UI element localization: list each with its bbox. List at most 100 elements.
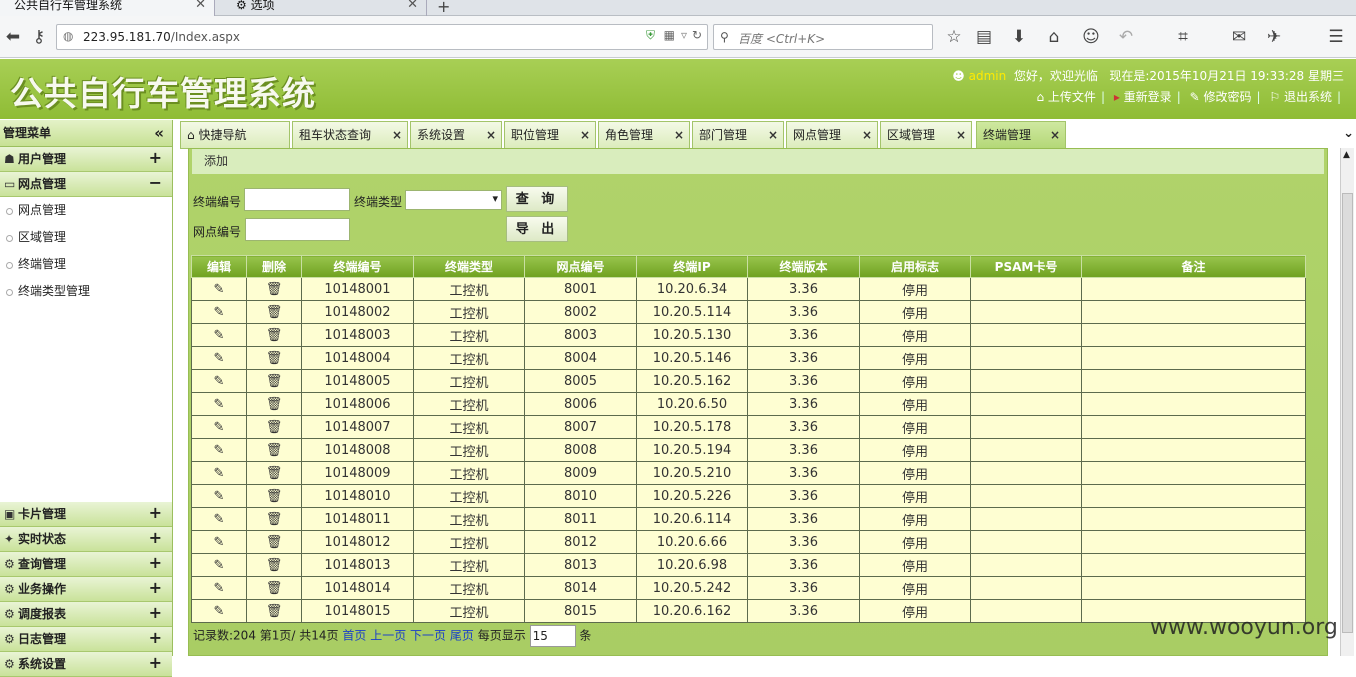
edit-icon[interactable]: ✎ bbox=[191, 599, 247, 623]
edit-icon[interactable]: ✎ bbox=[191, 530, 247, 554]
expand-icon[interactable]: + bbox=[149, 626, 162, 650]
expand-icon[interactable]: + bbox=[149, 146, 162, 170]
per-page-input[interactable]: 15 bbox=[529, 625, 576, 647]
edit-icon[interactable]: ✎ bbox=[191, 507, 247, 531]
collapse-icon[interactable]: − bbox=[149, 171, 162, 195]
change-password-link[interactable]: 修改密码 bbox=[1203, 90, 1251, 104]
browser-tab-active[interactable]: 公共自行车管理系统 ✕ bbox=[0, 0, 215, 16]
star-icon[interactable]: ☆ bbox=[943, 26, 965, 48]
edit-icon[interactable]: ✎ bbox=[191, 438, 247, 462]
sidebar-group-realtime[interactable]: ✦ 实时状态 + bbox=[0, 527, 172, 552]
url-bar[interactable]: ◍ 223.95.181.70/Index.aspx ⛨ ▦ ▿ ↻ bbox=[56, 24, 708, 50]
shield-icon[interactable]: ⛨ bbox=[646, 28, 655, 43]
sidebar-group-business[interactable]: ⚙ 业务操作 + bbox=[0, 577, 172, 602]
download-icon[interactable]: ⬇ bbox=[1008, 26, 1030, 48]
sidebar-item-terminal-type-management[interactable]: 终端类型管理 bbox=[0, 278, 172, 305]
back-arrow-icon[interactable]: ⬅ bbox=[2, 26, 24, 48]
menu-icon[interactable]: ☰ bbox=[1325, 26, 1347, 48]
edit-icon[interactable]: ✎ bbox=[191, 484, 247, 508]
sidebar-group-reports[interactable]: ⚙ 调度报表 + bbox=[0, 602, 172, 627]
edit-icon[interactable]: ✎ bbox=[191, 323, 247, 347]
tab-positions[interactable]: 职位管理 × bbox=[504, 121, 596, 149]
browser-tab-options[interactable]: ⚙ 选项 ✕ bbox=[222, 0, 427, 16]
first-page-link[interactable]: 首页 bbox=[342, 629, 366, 643]
sidebar-group-cards[interactable]: ▣ 卡片管理 + bbox=[0, 502, 172, 527]
query-button[interactable]: 查 询 bbox=[506, 186, 568, 212]
edit-icon[interactable]: ✎ bbox=[191, 553, 247, 577]
terminal-no-input[interactable] bbox=[244, 188, 350, 211]
tab-areas[interactable]: 区域管理 × bbox=[880, 121, 972, 149]
vertical-scrollbar[interactable]: ▲ bbox=[1340, 148, 1354, 656]
close-icon[interactable]: × bbox=[1050, 122, 1060, 149]
add-button[interactable]: 添加 bbox=[204, 154, 228, 168]
tab-rental-status[interactable]: 租车状态查询 × bbox=[292, 121, 408, 149]
delete-icon[interactable]: 🗑 bbox=[246, 300, 302, 324]
tab-quick-nav[interactable]: ⌂ 快捷导航 bbox=[180, 121, 290, 149]
close-icon[interactable]: × bbox=[768, 122, 778, 149]
logout-link[interactable]: 退出系统 bbox=[1284, 90, 1332, 104]
chat-icon[interactable]: ☺ bbox=[1080, 26, 1102, 48]
edit-icon[interactable]: ✎ bbox=[191, 369, 247, 393]
prev-page-link[interactable]: 上一页 bbox=[370, 629, 406, 643]
edit-icon[interactable]: ✎ bbox=[191, 277, 247, 301]
expand-icon[interactable]: + bbox=[149, 576, 162, 600]
crop-icon[interactable]: ⌗ bbox=[1172, 26, 1194, 48]
close-icon[interactable]: × bbox=[674, 122, 684, 149]
delete-icon[interactable]: 🗑 bbox=[246, 461, 302, 485]
close-icon[interactable]: × bbox=[956, 122, 966, 149]
key-icon[interactable]: ⚷ bbox=[28, 26, 50, 48]
delete-icon[interactable]: 🗑 bbox=[246, 576, 302, 600]
undo-icon[interactable]: ↶ bbox=[1115, 26, 1137, 48]
close-tab-icon[interactable]: ✕ bbox=[195, 0, 206, 11]
delete-icon[interactable]: 🗑 bbox=[246, 484, 302, 508]
scroll-up-icon[interactable]: ▲ bbox=[1343, 150, 1350, 160]
reload-icon[interactable]: ↻ bbox=[692, 28, 702, 42]
export-button[interactable]: 导 出 bbox=[506, 216, 568, 242]
close-icon[interactable]: × bbox=[580, 122, 590, 149]
expand-icon[interactable]: + bbox=[149, 501, 162, 525]
close-icon[interactable]: × bbox=[862, 122, 872, 149]
sidebar-group-query[interactable]: ⚙ 查询管理 + bbox=[0, 552, 172, 577]
delete-icon[interactable]: 🗑 bbox=[246, 346, 302, 370]
delete-icon[interactable]: 🗑 bbox=[246, 323, 302, 347]
delete-icon[interactable]: 🗑 bbox=[246, 415, 302, 439]
collapse-sidebar-icon[interactable]: « bbox=[154, 120, 164, 147]
tab-terminals[interactable]: 终端管理 × bbox=[976, 121, 1066, 149]
reader-icon[interactable]: ▤ bbox=[973, 26, 995, 48]
delete-icon[interactable]: 🗑 bbox=[246, 392, 302, 416]
close-icon[interactable]: × bbox=[392, 122, 402, 149]
delete-icon[interactable]: 🗑 bbox=[246, 599, 302, 623]
sidebar-item-site-management[interactable]: 网点管理 bbox=[0, 197, 172, 224]
chevron-down-icon[interactable]: ⌄ bbox=[1343, 126, 1354, 141]
expand-icon[interactable]: + bbox=[149, 526, 162, 550]
comment-icon[interactable]: ✉ bbox=[1228, 26, 1250, 48]
scroll-thumb[interactable] bbox=[1342, 193, 1353, 633]
terminal-type-select[interactable] bbox=[405, 190, 502, 210]
dropdown-icon[interactable]: ▿ bbox=[681, 28, 687, 42]
next-page-link[interactable]: 下一页 bbox=[410, 629, 446, 643]
home-icon[interactable]: ⌂ bbox=[1043, 26, 1065, 48]
qr-icon[interactable]: ▦ bbox=[664, 28, 675, 42]
delete-icon[interactable]: 🗑 bbox=[246, 369, 302, 393]
expand-icon[interactable]: + bbox=[149, 651, 162, 675]
tab-roles[interactable]: 角色管理 × bbox=[598, 121, 690, 149]
extension-icon[interactable]: ✈ bbox=[1263, 26, 1285, 48]
tab-sites[interactable]: 网点管理 × bbox=[786, 121, 878, 149]
delete-icon[interactable]: 🗑 bbox=[246, 438, 302, 462]
edit-icon[interactable]: ✎ bbox=[191, 346, 247, 370]
last-page-link[interactable]: 尾页 bbox=[450, 629, 474, 643]
sidebar-item-area-management[interactable]: 区域管理 bbox=[0, 224, 172, 251]
delete-icon[interactable]: 🗑 bbox=[246, 530, 302, 554]
tab-system-settings[interactable]: 系统设置 × bbox=[410, 121, 502, 149]
edit-icon[interactable]: ✎ bbox=[191, 392, 247, 416]
sidebar-group-users[interactable]: ☗ 用户管理 + bbox=[0, 147, 172, 172]
delete-icon[interactable]: 🗑 bbox=[246, 553, 302, 577]
relogin-link[interactable]: 重新登录 bbox=[1124, 90, 1172, 104]
close-tab-icon[interactable]: ✕ bbox=[407, 0, 418, 11]
expand-icon[interactable]: + bbox=[149, 551, 162, 575]
expand-icon[interactable]: + bbox=[149, 601, 162, 625]
edit-icon[interactable]: ✎ bbox=[191, 415, 247, 439]
tab-departments[interactable]: 部门管理 × bbox=[692, 121, 784, 149]
edit-icon[interactable]: ✎ bbox=[191, 300, 247, 324]
site-no-input[interactable] bbox=[245, 218, 350, 241]
